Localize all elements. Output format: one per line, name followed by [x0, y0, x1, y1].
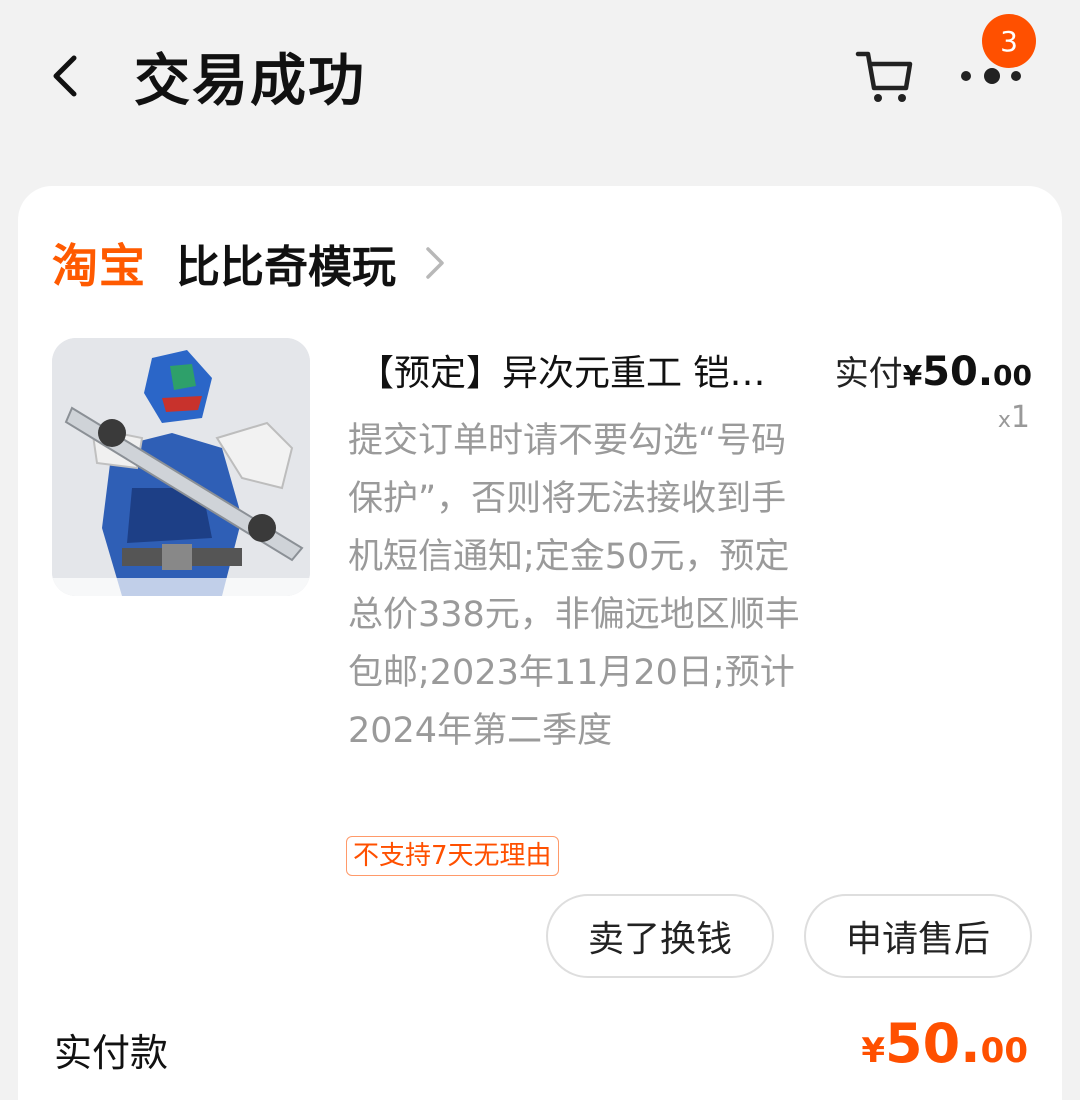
page-title: 交易成功	[134, 49, 366, 114]
qty-value: 1	[1010, 400, 1030, 435]
product-title[interactable]: 【预定】异次元重工 铠…	[358, 344, 818, 396]
cart-button[interactable]	[852, 44, 916, 108]
no-return-tag: 不支持7天无理由	[346, 836, 559, 876]
price-integer: 50.	[922, 349, 994, 395]
price-currency: ¥	[902, 359, 923, 392]
paid-currency: ¥	[861, 1031, 885, 1071]
paid-integer: 50.	[885, 1012, 981, 1075]
taobao-logo: 淘宝	[52, 239, 146, 293]
cart-icon	[855, 51, 913, 102]
item-quantity: x1	[998, 400, 1030, 435]
back-button[interactable]	[36, 48, 92, 104]
top-bar: 交易成功 3	[0, 0, 1080, 150]
notification-badge: 3	[982, 14, 1036, 68]
qty-prefix: x	[997, 408, 1011, 433]
back-arrow-icon	[53, 55, 77, 97]
paid-amount: ¥50.00	[861, 1012, 1028, 1075]
order-card: 淘宝 比比奇模玩 【预定】异次元重工 铠… 实付¥50.00 x1 提交订单时请…	[18, 186, 1062, 1100]
shop-name[interactable]: 比比奇模玩	[176, 231, 396, 295]
after-sale-button[interactable]: 申请售后	[804, 894, 1032, 978]
product-description: 提交订单时请不要勾选“号码保护”，否则将无法接收到手机短信通知;定金50元，预定…	[348, 421, 800, 751]
price-label: 实付	[834, 354, 903, 394]
chevron-right-icon	[426, 247, 444, 279]
item-price: 实付¥50.00	[835, 346, 1032, 395]
product-figure-image	[52, 338, 310, 596]
sell-button[interactable]: 卖了换钱	[546, 894, 774, 978]
price-decimal: 00	[993, 359, 1032, 392]
paid-amount-label: 实付款	[54, 1031, 169, 1075]
shop-header[interactable]: 淘宝 比比奇模玩	[52, 228, 450, 298]
paid-decimal: 00	[980, 1031, 1028, 1071]
product-image[interactable]	[52, 338, 310, 596]
